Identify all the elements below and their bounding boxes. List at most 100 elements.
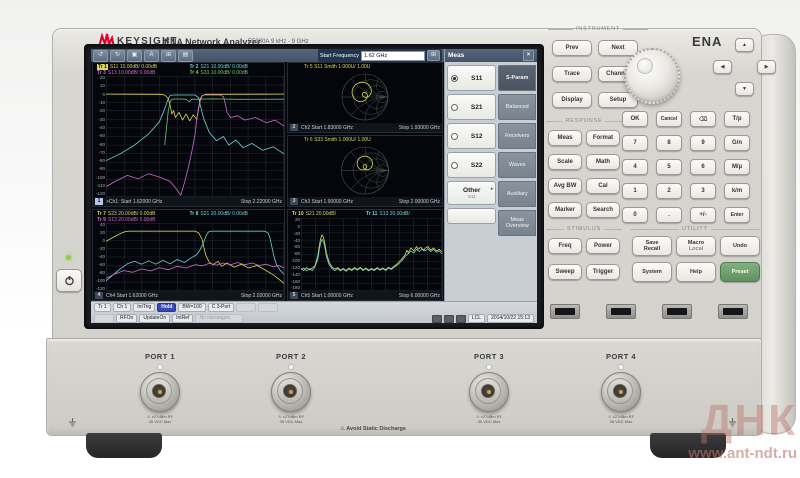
meas-option-s21[interactable]: S21 (447, 94, 496, 120)
key-t-p[interactable]: T/p (724, 111, 750, 127)
tab-s-param[interactable]: S-Param (498, 65, 536, 91)
redo-icon[interactable]: ↻ (110, 50, 125, 62)
tab-waves[interactable]: Waves (498, 152, 536, 178)
status-icon[interactable] (432, 315, 442, 323)
meas-option-s22[interactable]: S22 (447, 152, 496, 178)
key-k-m[interactable]: k/m (724, 183, 750, 199)
meas-option-blank[interactable] (447, 208, 496, 224)
avg-bw-button[interactable]: Avg BW (548, 178, 582, 194)
key-2[interactable]: 2 (656, 183, 682, 199)
prev-button[interactable]: Prev (552, 40, 592, 56)
key-9[interactable]: 9 (690, 135, 716, 151)
undo-icon[interactable]: ↺ (93, 50, 108, 62)
search-button[interactable]: Search (586, 202, 620, 218)
key-4[interactable]: 4 (622, 159, 648, 175)
graph-panel-2[interactable]: Tr 5 S11 Smith 1.000U/ 1.00U 2Ch2 Start … (287, 62, 443, 133)
tab-receivers[interactable]: Receivers (498, 123, 536, 149)
graph-panel-5[interactable]: Tr 10S21 20.00dB/ Tr 11S13 20.00dB/ 200-… (287, 209, 443, 301)
graph-panel-1[interactable]: Tr 1S11 10.00dB/ 0.00dB Tr 2S21 10.00dB/… (92, 62, 285, 207)
save-recall-button[interactable]: SaveRecall (632, 236, 672, 256)
tab-meas-overview[interactable]: Meas Overview (498, 210, 536, 236)
close-icon[interactable]: × (523, 50, 534, 61)
marker-button[interactable]: Marker (548, 202, 582, 218)
meas-option-s11[interactable]: S11 (447, 65, 496, 91)
math-button[interactable]: Math (586, 154, 620, 170)
key-decimal[interactable]: . (656, 207, 682, 223)
status-reference[interactable]: IntRef (172, 314, 193, 323)
meas-option-s12[interactable]: S12 (447, 123, 496, 149)
key-5[interactable]: 5 (656, 159, 682, 175)
scale-button[interactable]: Scale (548, 154, 582, 170)
arrow-left-button[interactable]: ◀ (713, 60, 732, 74)
status-update[interactable]: UpdateOn (139, 314, 170, 323)
trace-label[interactable]: Tr 6 S33 Smith 1.000U/ 1.00U (304, 137, 371, 144)
tab-auxiliary[interactable]: Auxiliary (498, 181, 536, 207)
key-3[interactable]: 3 (690, 183, 716, 199)
format-button[interactable]: Format (586, 130, 620, 146)
port-2-connector[interactable] (271, 372, 311, 412)
autoscale-icon[interactable]: A (144, 50, 159, 62)
status-hold[interactable]: Hold (157, 303, 176, 312)
arrow-up-button[interactable]: ▲ (735, 38, 754, 52)
macro-local-button[interactable]: MacroLocal (676, 236, 716, 256)
next-button[interactable]: Next (598, 40, 638, 56)
key-g-n[interactable]: G/n (724, 135, 750, 151)
window-layout-icon[interactable]: ⊞ (161, 50, 176, 62)
start-frequency-input[interactable]: 1.62 GHz (361, 51, 425, 61)
key-8[interactable]: 8 (656, 135, 682, 151)
status-bandwidth[interactable]: BW=100 (178, 303, 205, 312)
channel-badge[interactable]: 5 (290, 292, 298, 299)
trace-label[interactable]: Tr 10S21 20.00dB/ (292, 211, 366, 218)
channel-badge[interactable]: 2 (290, 124, 298, 131)
system-button[interactable]: System (632, 262, 672, 282)
display-button[interactable]: Display (552, 92, 592, 108)
usb-port[interactable] (550, 304, 580, 319)
power-button-key[interactable]: Power (586, 238, 620, 254)
undo-button[interactable]: Undo (720, 236, 760, 256)
trace-button[interactable]: Trace (552, 66, 592, 82)
help-button[interactable]: Help (676, 262, 716, 282)
meas-button[interactable]: Meas (548, 130, 582, 146)
key-backspace[interactable]: ⌫ (690, 111, 716, 127)
key-0[interactable]: 0 (622, 207, 648, 223)
trace-label[interactable]: Tr 11S13 20.00dB/ (366, 211, 440, 218)
trace-label[interactable]: Tr 8S21 20.00dB/ 0.00dB (190, 211, 283, 217)
key-1[interactable]: 1 (622, 183, 648, 199)
status-trigger-source[interactable]: IntTrig (133, 303, 155, 312)
rotary-knob[interactable] (624, 48, 680, 104)
trace-label[interactable]: Tr 5 S11 Smith 1.000U/ 1.00U (304, 64, 370, 71)
port-3-connector[interactable] (469, 372, 509, 412)
screenshot-icon[interactable]: ▣ (127, 50, 142, 62)
tab-balanced[interactable]: Balanced (498, 94, 536, 120)
preset-button[interactable]: Preset (720, 262, 760, 282)
key-plus-minus[interactable]: +/- (690, 207, 716, 223)
status-icon[interactable] (444, 315, 454, 323)
sweep-button[interactable]: Sweep (548, 264, 582, 280)
freq-button[interactable]: Freq (548, 238, 582, 254)
graph-panel-3[interactable]: Tr 6 S33 Smith 1.000U/ 1.00U 3Ch3 Start … (287, 135, 443, 207)
print-icon[interactable]: ▤ (178, 50, 193, 62)
arrow-right-button[interactable]: ▶ (757, 60, 776, 74)
status-icon[interactable] (456, 315, 466, 323)
keypad-popup-icon[interactable]: ⊞ (427, 50, 440, 61)
power-button[interactable] (56, 269, 82, 292)
channel-badge[interactable]: 4 (95, 292, 103, 299)
key-cancel[interactable]: Cancel (656, 111, 682, 127)
usb-port[interactable] (718, 304, 748, 319)
status-rf[interactable]: RFOn (116, 314, 137, 323)
cal-button[interactable]: Cal (586, 178, 620, 194)
status-cal[interactable]: C 3-Port (208, 303, 235, 312)
port-1-connector[interactable] (140, 372, 180, 412)
status-lcl[interactable]: LCL (468, 314, 485, 323)
graph-panel-4[interactable]: Tr 7S23 20.00dB/ 0.00dB Tr 8S21 20.00dB/… (92, 209, 285, 301)
meas-option-other[interactable]: Other S11 ▸ (447, 181, 496, 205)
meas-menu-titlebar[interactable]: Meas × (445, 49, 537, 62)
status-trace[interactable]: Tr 1 (94, 303, 111, 312)
status-channel[interactable]: Ch 1 (113, 303, 132, 312)
channel-badge[interactable]: 1 (95, 198, 103, 205)
channel-badge[interactable]: 3 (290, 198, 298, 205)
arrow-down-button[interactable]: ▼ (735, 82, 754, 96)
usb-port[interactable] (662, 304, 692, 319)
key-7[interactable]: 7 (622, 135, 648, 151)
usb-port[interactable] (606, 304, 636, 319)
